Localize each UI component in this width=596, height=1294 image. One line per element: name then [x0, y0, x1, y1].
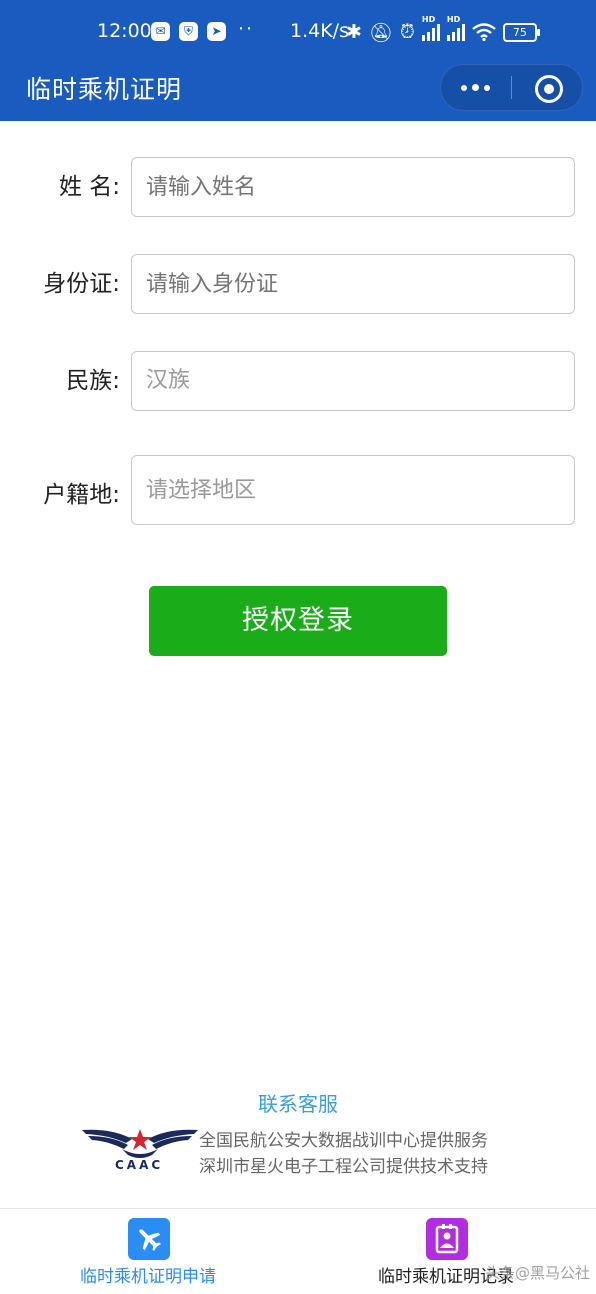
alarm-icon: ⏰︎ — [400, 21, 415, 43]
caac-logo-icon — [82, 1129, 198, 1158]
domicile-row: 户籍地: 请选择地区 — [0, 455, 596, 525]
more-options-button[interactable] — [461, 65, 511, 110]
authorize-login-button[interactable]: 授权登录 — [149, 586, 447, 656]
signal-2-icon: HD — [446, 15, 465, 41]
ethnicity-picker[interactable]: 汉族 — [131, 351, 575, 411]
portrait-icon[interactable] — [426, 1218, 468, 1260]
status-icons: ✱ 🔕︎ ⏰︎ HD HD 75 — [346, 15, 540, 46]
provider-info: 全国民航公安大数据战训中心提供服务 深圳市星火电子工程公司提供技术支持 — [199, 1128, 488, 1180]
miniprogram-capsule — [440, 64, 583, 111]
more-notifications-icon: ·· — [238, 18, 255, 40]
bell-off-icon: 🔕︎ — [368, 21, 394, 44]
ethnicity-label: 民族: — [66, 368, 120, 394]
location-arrow-icon: ➤ — [207, 22, 226, 41]
caac-logo-text: CAAC — [115, 1158, 164, 1172]
domicile-label: 户籍地: — [43, 482, 120, 508]
status-time: 12:00 — [97, 20, 152, 42]
name-label: 姓 名: — [58, 174, 120, 200]
contact-support-link[interactable]: 联系客服 — [0, 1088, 596, 1117]
name-input[interactable] — [131, 157, 575, 217]
tab-apply[interactable]: 临时乘机证明申请 — [80, 1262, 216, 1287]
wifi-icon — [472, 23, 496, 41]
close-miniprogram-button[interactable] — [535, 75, 563, 103]
domicile-picker[interactable]: 请选择地区 — [131, 455, 575, 525]
wechat-icon: ✉ — [151, 22, 170, 41]
capsule-divider — [511, 76, 512, 99]
watermark: 头条@黑马公社 — [485, 1264, 591, 1282]
header-bar: 12:00 ✉ ⛨ ➤ ·· 1.4K/s ✱ 🔕︎ ⏰︎ HD HD 75 临… — [0, 0, 596, 121]
shield-icon: ⛨ — [179, 22, 198, 41]
provider-line-1: 全国民航公安大数据战训中心提供服务 — [199, 1131, 488, 1151]
plane-icon[interactable] — [128, 1218, 170, 1260]
network-speed: 1.4K/s — [290, 20, 349, 42]
provider-line-2: 深圳市星火电子工程公司提供技术支持 — [199, 1157, 488, 1177]
bluetooth-icon: ✱ — [346, 21, 362, 43]
battery-indicator: 75 — [502, 22, 540, 42]
id-card-input[interactable] — [131, 254, 575, 314]
page-title: 临时乘机证明 — [26, 75, 183, 104]
signal-1-icon: HD — [421, 15, 440, 41]
status-bar: 12:00 ✉ ⛨ ➤ ·· 1.4K/s ✱ 🔕︎ ⏰︎ HD HD 75 — [0, 0, 596, 64]
id-label: 身份证: — [43, 271, 120, 297]
